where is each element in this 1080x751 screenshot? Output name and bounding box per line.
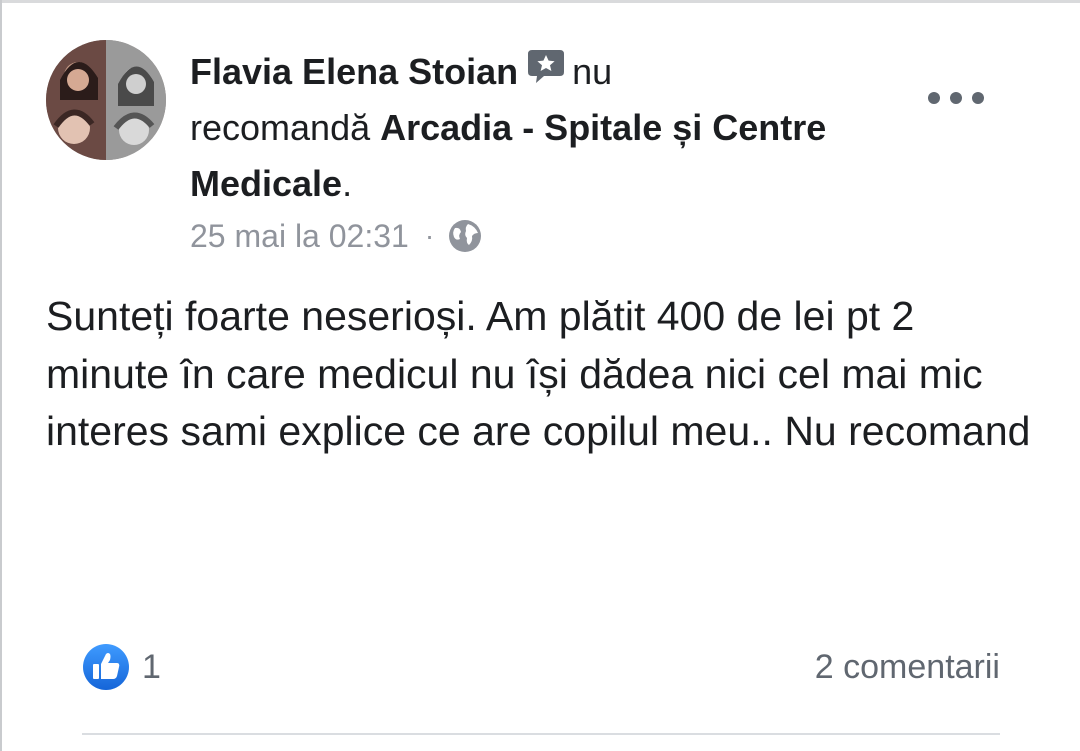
facebook-review-post: Flavia Elena Stoian nu recomandă Arcadia… [0, 0, 1080, 751]
post-body-text: Sunteți foarte neserioși. Am plătit 400 … [46, 293, 1031, 454]
action-divider [82, 733, 1000, 735]
verb-recommend: recomandă [190, 107, 371, 148]
more-options-icon[interactable] [928, 86, 984, 110]
avatar-photo [46, 40, 166, 160]
reaction-count: 1 [142, 647, 161, 686]
comments-count-link[interactable]: 2 comentarii [815, 643, 1000, 691]
reactions-summary[interactable]: 1 [82, 643, 161, 691]
like-icon [83, 644, 129, 690]
post-meta: 25 mai la 02:31 · [190, 212, 482, 260]
author-name[interactable]: Flavia Elena Stoian [190, 51, 518, 92]
verb-nu: nu [572, 51, 613, 92]
review-badge-icon [528, 50, 565, 83]
trailing-period: . [342, 163, 353, 204]
meta-separator: · [424, 220, 435, 251]
globe-icon [449, 220, 482, 252]
post-header: Flavia Elena Stoian nu recomandă Arcadia… [190, 44, 830, 212]
timestamp[interactable]: 25 mai la 02:31 [190, 218, 409, 255]
avatar[interactable] [46, 40, 166, 160]
